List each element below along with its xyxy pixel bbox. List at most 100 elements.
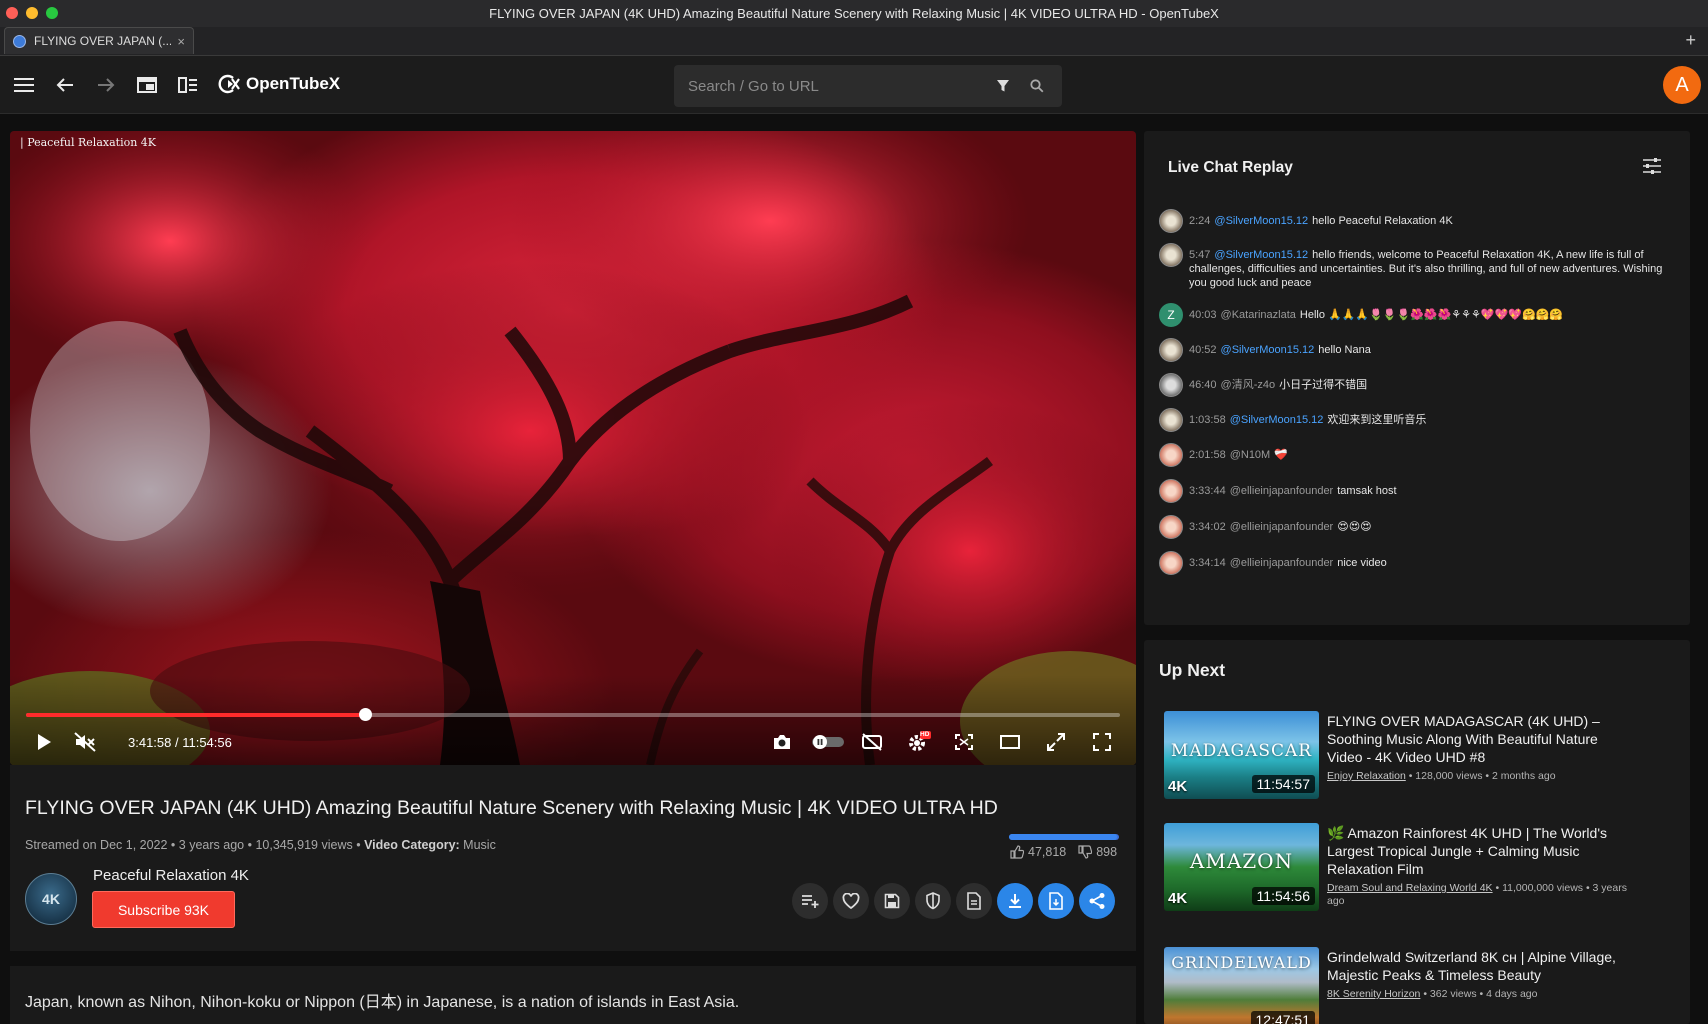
chat-text: 😍😍😍 [1337, 521, 1372, 533]
chat-avatar [1159, 209, 1183, 233]
share-icon[interactable] [1079, 883, 1115, 919]
account-avatar[interactable]: A [1663, 66, 1701, 104]
up-next-video-title[interactable]: FLYING OVER MADAGASCAR (4K UHD) – Soothi… [1327, 712, 1627, 766]
chat-message: 3:33:44 @ellieinjapanfounder tamsak host [1159, 479, 1669, 503]
download-icon[interactable] [997, 883, 1033, 919]
minimize-window-button[interactable] [26, 7, 38, 19]
document-icon[interactable] [956, 883, 992, 919]
chat-message: Z 40:03 @Katarinazlata Hello 🙏🙏🙏🌷🌷🌷🌺🌺🌺⚘⚘⚘💖… [1159, 303, 1669, 327]
muted-volume-icon[interactable] [72, 730, 98, 754]
expand-icon[interactable] [1044, 730, 1068, 754]
thumbnail-badge: 4K [1168, 778, 1188, 795]
up-next-meta: • 128,000 views • 2 months ago [1408, 770, 1556, 782]
window-controls [6, 7, 58, 19]
channel-avatar[interactable]: 4K [25, 873, 77, 925]
chat-username[interactable]: @SilverMoon15.12 [1230, 414, 1324, 426]
forward-arrow-icon[interactable] [92, 71, 120, 99]
chat-message: 40:52 @SilverMoon15.12 hello Nana [1159, 338, 1669, 362]
like-button[interactable]: 47,818 [1010, 845, 1066, 859]
video-duration: 11:54:56 [1251, 887, 1315, 905]
chat-username[interactable]: @SilverMoon15.12 [1214, 215, 1308, 227]
up-next-item[interactable]: MADAGASCAR 4K 11:54:57 FLYING OVER MADAG… [1164, 711, 1684, 801]
video-title: FLYING OVER JAPAN (4K UHD) Amazing Beaut… [25, 797, 998, 819]
theater-mode-icon[interactable] [998, 730, 1022, 754]
view-count: 10,345,919 views [255, 838, 353, 852]
reader-view-icon[interactable] [174, 71, 202, 99]
chat-username[interactable]: @SilverMoon15.12 [1214, 249, 1308, 261]
up-next-video-title[interactable]: Grindelwald Switzerland 8K ᴄʜ | Alpine V… [1327, 948, 1627, 984]
new-tab-button[interactable]: + [1685, 30, 1696, 51]
chat-timestamp: 1:03:58 [1189, 414, 1226, 426]
like-ratio-fill [1009, 834, 1117, 840]
close-window-button[interactable] [6, 7, 18, 19]
channel-name[interactable]: Peaceful Relaxation 4K [93, 867, 249, 884]
globe-icon [13, 34, 26, 48]
chat-avatar-letter: Z [1159, 303, 1183, 327]
video-age: 3 years ago [178, 838, 245, 852]
chat-text: hello Peaceful Relaxation 4K [1312, 215, 1453, 227]
like-counts: 47,818 898 [1010, 845, 1117, 859]
up-next-channel[interactable]: 8K Serenity Horizon [1327, 988, 1420, 1000]
autoplay-toggle[interactable] [810, 730, 846, 754]
tab-close-button[interactable]: × [177, 34, 185, 49]
up-next-meta: • 362 views • 4 days ago [1423, 988, 1538, 1000]
up-next-item[interactable]: GRINDELWALD 12:47:51 Grindelwald Switzer… [1164, 947, 1684, 1024]
chat-username[interactable]: @清风-z4o [1221, 379, 1276, 391]
app-name: OpenTubeX [246, 74, 341, 93]
chat-settings-sliders-icon[interactable] [1642, 157, 1664, 179]
tab-label: FLYING OVER JAPAN (... [34, 34, 172, 48]
window-icon[interactable] [133, 71, 161, 99]
up-next-video-title[interactable]: 🌿 Amazon Rainforest 4K UHD | The World's… [1327, 824, 1627, 878]
play-icon[interactable] [32, 730, 56, 754]
video-thumbnail[interactable]: MADAGASCAR 4K 11:54:57 [1164, 711, 1319, 799]
chat-username[interactable]: @N10M [1230, 449, 1271, 461]
chat-username[interactable]: @ellieinjapanfounder [1230, 521, 1334, 533]
video-thumbnail[interactable]: AMAZON 4K 11:54:56 [1164, 823, 1319, 911]
chat-avatar [1159, 373, 1183, 397]
video-player[interactable]: | Peaceful Relaxation 4K 3:41:58 / 11:54… [10, 131, 1136, 765]
heart-icon[interactable] [833, 883, 869, 919]
up-next-item[interactable]: AMAZON 4K 11:54:56 🌿 Amazon Rainforest 4… [1164, 823, 1684, 913]
fullscreen-icon[interactable] [1090, 730, 1114, 754]
video-description: Japan, known as Nihon, Nihon-koku or Nip… [25, 994, 740, 1011]
search-icon[interactable] [1026, 75, 1048, 97]
chat-username[interactable]: @ellieinjapanfounder [1230, 485, 1334, 497]
search-input[interactable] [688, 77, 980, 95]
thumbnail-text: GRINDELWALD [1171, 953, 1312, 972]
captions-off-icon[interactable] [860, 730, 884, 754]
live-chat-panel: Live Chat Replay 2:24 @SilverMoon15.12 hel… [1144, 131, 1690, 625]
chat-message: 3:34:02 @ellieinjapanfounder 😍😍😍 [1159, 515, 1669, 539]
browser-tab-active[interactable]: FLYING OVER JAPAN (... × [4, 27, 194, 54]
save-icon[interactable] [874, 883, 910, 919]
zoom-window-button[interactable] [46, 7, 58, 19]
dislike-button[interactable]: 898 [1078, 845, 1117, 859]
back-arrow-icon[interactable] [51, 71, 79, 99]
settings-gear-icon[interactable]: HD [906, 730, 932, 754]
opentubex-logo-icon [218, 74, 240, 94]
download-document-icon[interactable] [1038, 883, 1074, 919]
seek-bar[interactable] [26, 708, 1120, 721]
video-info-panel: FLYING OVER JAPAN (4K UHD) Amazing Beaut… [10, 765, 1136, 951]
chat-username[interactable]: @SilverMoon15.12 [1221, 344, 1315, 356]
chat-message: 1:03:58 @SilverMoon15.12 欢迎来到这里听音乐 [1159, 408, 1669, 432]
add-to-queue-icon[interactable] [792, 883, 828, 919]
subscribe-button[interactable]: Subscribe 93K [92, 891, 235, 928]
app-logo[interactable]: OpenTubeX [218, 73, 340, 95]
search-bar [674, 65, 1062, 107]
up-next-channel[interactable]: Enjoy Relaxation [1327, 770, 1406, 782]
chat-username[interactable]: @Katarinazlata [1221, 309, 1296, 321]
chat-avatar [1159, 338, 1183, 362]
up-next-channel[interactable]: Dream Soul and Relaxing World 4K [1327, 882, 1493, 894]
chat-username[interactable]: @ellieinjapanfounder [1230, 557, 1334, 569]
filter-icon[interactable] [992, 75, 1014, 97]
time-display: 3:41:58 / 11:54:56 [128, 735, 232, 750]
app-toolbar: OpenTubeX A [0, 56, 1708, 114]
camera-icon[interactable] [770, 730, 794, 754]
video-thumbnail[interactable]: GRINDELWALD 12:47:51 [1164, 947, 1319, 1024]
shield-icon[interactable] [915, 883, 951, 919]
miniplayer-icon[interactable] [952, 730, 976, 754]
chat-message: 2:24 @SilverMoon15.12 hello Peaceful Relax… [1159, 209, 1669, 233]
menu-icon[interactable] [10, 71, 38, 99]
chat-text: nice video [1337, 557, 1387, 569]
up-next-panel: Up Next MADAGASCAR 4K 11:54:57 FLYING OV… [1144, 640, 1690, 1024]
